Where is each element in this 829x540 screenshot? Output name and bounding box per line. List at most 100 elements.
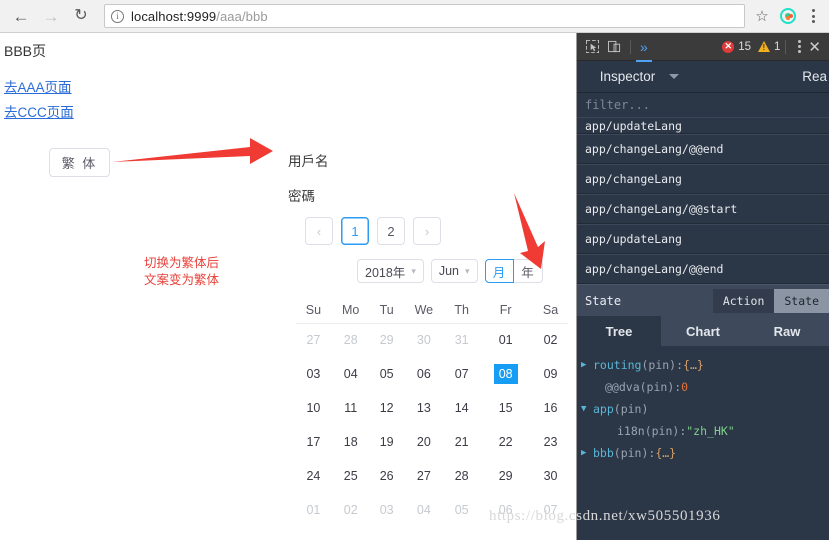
action-list-item[interactable]: app/changeLang/@@end <box>577 254 829 284</box>
pagination-page-2[interactable]: 2 <box>377 217 405 245</box>
devtools-menu-icon[interactable] <box>791 40 808 53</box>
pagination-prev[interactable]: ‹ <box>305 217 333 245</box>
year-select[interactable]: 2018年 ▾ <box>357 259 424 283</box>
calendar-day[interactable]: 27 <box>296 323 331 357</box>
calendar-weekday: We <box>402 297 446 324</box>
calendar-day[interactable]: 18 <box>331 425 371 459</box>
calendar-weekday-row: Su Mo Tu We Th Fr Sa <box>296 297 568 324</box>
calendar-day[interactable]: 01 <box>296 493 331 527</box>
more-tabs-chevron-icon[interactable]: » <box>636 39 652 62</box>
calendar-day[interactable]: 17 <box>296 425 331 459</box>
calendar-day[interactable]: 26 <box>371 459 403 493</box>
action-list-item[interactable]: app/changeLang/@@start <box>577 194 829 224</box>
triangle-down-icon[interactable]: ▼ <box>581 398 593 420</box>
calendar-day[interactable]: 28 <box>445 459 478 493</box>
address-bar[interactable]: i localhost:9999/aaa/bbb <box>104 4 745 28</box>
calendar-week-row: 03 04 05 06 07 08 09 <box>296 357 568 391</box>
calendar-day[interactable]: 30 <box>403 323 445 357</box>
link-to-aaa[interactable]: 去AAA页面 <box>4 76 72 96</box>
tab-inspector[interactable]: Inspector <box>577 61 702 93</box>
state-tree-node[interactable]: @@dva (pin): 0 <box>581 376 829 398</box>
triangle-right-icon[interactable]: ▶ <box>581 354 593 376</box>
calendar-day[interactable]: 29 <box>478 459 533 493</box>
calendar-day[interactable]: 08 <box>478 357 533 391</box>
tab-tree[interactable]: Tree <box>577 316 661 346</box>
calendar-day[interactable]: 19 <box>371 425 403 459</box>
tab-chart[interactable]: Chart <box>661 316 745 346</box>
calendar-day[interactable]: 29 <box>371 323 403 357</box>
calendar-day[interactable]: 11 <box>331 391 371 425</box>
forward-icon[interactable]: → <box>36 1 66 31</box>
error-counter[interactable]: ✕ 15 <box>722 40 751 53</box>
calendar-day[interactable]: 13 <box>403 391 445 425</box>
action-list-item[interactable]: app/updateLang <box>577 118 829 134</box>
calendar-day[interactable]: 05 <box>445 493 478 527</box>
calendar-day[interactable]: 28 <box>331 323 371 357</box>
device-toolbar-icon[interactable] <box>603 36 625 58</box>
calendar-day[interactable]: 05 <box>371 357 403 391</box>
toggle-state-button[interactable]: State <box>774 288 829 313</box>
action-filter-input[interactable]: filter... <box>577 93 829 118</box>
calendar-day[interactable]: 04 <box>403 493 445 527</box>
calendar-day[interactable]: 02 <box>533 323 568 357</box>
calendar-day[interactable]: 09 <box>533 357 568 391</box>
password-label: 密碼 <box>288 189 315 204</box>
tab-raw[interactable]: Raw <box>745 316 829 346</box>
calendar-day[interactable]: 20 <box>403 425 445 459</box>
calendar-day[interactable]: 31 <box>445 323 478 357</box>
calendar-day[interactable]: 12 <box>371 391 403 425</box>
calendar-day[interactable]: 04 <box>331 357 371 391</box>
pagination-page-1[interactable]: 1 <box>341 217 369 245</box>
action-list-item[interactable]: app/updateLang <box>577 224 829 254</box>
state-tree-node[interactable]: i18n (pin): "zh_HK" <box>581 420 829 442</box>
reload-icon[interactable]: ↻ <box>66 1 96 31</box>
calendar-day[interactable]: 21 <box>445 425 478 459</box>
calendar-day[interactable]: 16 <box>533 391 568 425</box>
calendar-day[interactable]: 24 <box>296 459 331 493</box>
toolbar-divider-2 <box>785 39 787 54</box>
browser-menu-icon[interactable] <box>801 3 825 29</box>
page-title: BBB页 <box>4 43 47 59</box>
action-list-item[interactable]: app/changeLang <box>577 164 829 194</box>
warning-count: 1 <box>774 40 781 53</box>
state-tree-node[interactable]: ▶ routing (pin): {…} <box>581 354 829 376</box>
pagination-next[interactable]: › <box>413 217 441 245</box>
inspect-element-icon[interactable] <box>581 36 603 58</box>
warning-counter[interactable]: 1 <box>758 41 780 53</box>
calendar-day[interactable]: 06 <box>403 357 445 391</box>
bookmark-star-icon[interactable]: ☆ <box>749 3 775 29</box>
calendar-day[interactable]: 07 <box>445 357 478 391</box>
calendar-day[interactable]: 25 <box>331 459 371 493</box>
calendar-day[interactable]: 30 <box>533 459 568 493</box>
language-toggle-button[interactable]: 繁 体 <box>49 148 110 177</box>
link-to-ccc[interactable]: 去CCC页面 <box>4 101 74 121</box>
tab-react[interactable]: Rea <box>702 61 829 93</box>
calendar-day[interactable]: 01 <box>478 323 533 357</box>
state-tree-node[interactable]: ▶ bbb (pin): {…} <box>581 442 829 464</box>
calendar-day[interactable]: 15 <box>478 391 533 425</box>
extension-icon[interactable] <box>775 3 801 29</box>
site-info-icon[interactable]: i <box>111 9 124 23</box>
state-tree-node[interactable]: ▼ app (pin) <box>581 398 829 420</box>
action-state-toggle: Action State <box>712 288 829 313</box>
state-tree-pin: (pin): <box>644 424 687 438</box>
close-icon[interactable]: ✕ <box>808 38 825 56</box>
state-tree-key: i18n <box>617 424 645 438</box>
calendar-day[interactable]: 27 <box>403 459 445 493</box>
calendar-day[interactable]: 22 <box>478 425 533 459</box>
calendar-day[interactable]: 14 <box>445 391 478 425</box>
chevron-down-icon[interactable] <box>669 74 680 79</box>
action-list-item[interactable]: app/changeLang/@@end <box>577 134 829 164</box>
triangle-right-icon[interactable]: ▶ <box>581 442 593 464</box>
calendar-day[interactable]: 03 <box>371 493 403 527</box>
month-select[interactable]: Jun ▾ <box>430 259 478 283</box>
calendar: Su Mo Tu We Th Fr Sa 27 28 29 30 31 01 02 03 04 05 06 07 0… <box>296 297 568 527</box>
browser-toolbar: ← → ↻ i localhost:9999/aaa/bbb ☆ <box>0 0 829 33</box>
toggle-action-button[interactable]: Action <box>712 288 775 313</box>
calendar-day[interactable]: 23 <box>533 425 568 459</box>
calendar-day[interactable]: 10 <box>296 391 331 425</box>
back-icon[interactable]: ← <box>6 1 36 31</box>
calendar-day[interactable]: 03 <box>296 357 331 391</box>
calendar-day[interactable]: 02 <box>331 493 371 527</box>
mode-month-button[interactable]: 月 <box>484 259 514 283</box>
